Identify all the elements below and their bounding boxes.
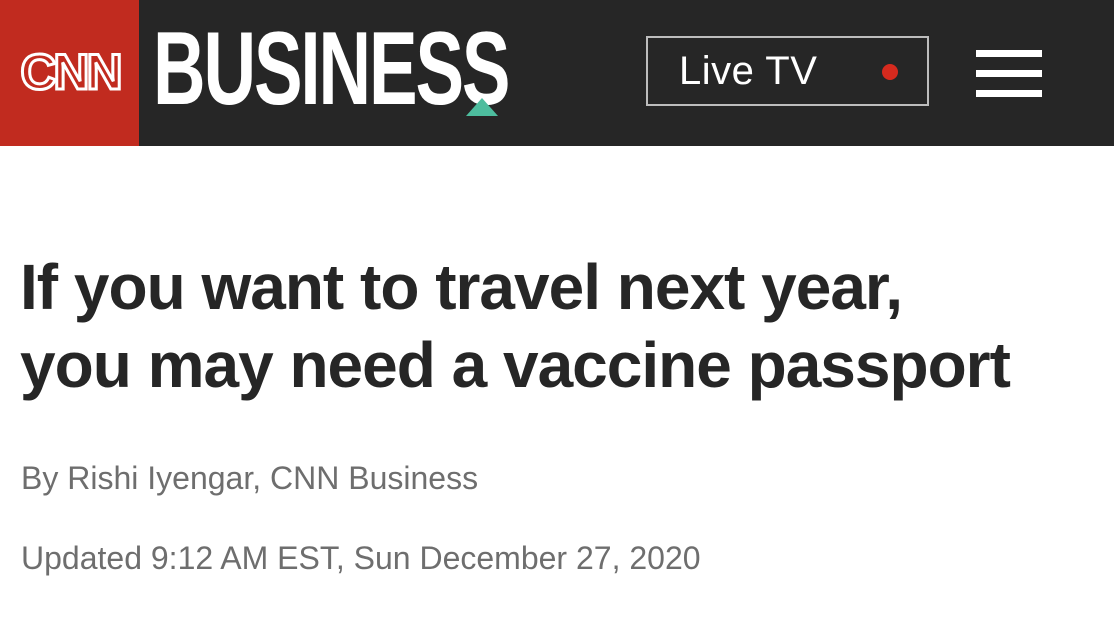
headline-line-2: you may need a vaccine passport [20, 329, 1011, 401]
cnn-logo[interactable]: CNN [0, 0, 139, 146]
menu-bar [976, 70, 1042, 77]
live-tv-label: Live TV [679, 49, 818, 93]
live-tv-button[interactable]: Live TV [646, 36, 929, 106]
live-dot-icon [882, 64, 898, 80]
article-headline: If you want to travel next year, you may… [20, 248, 1100, 404]
article-byline: By Rishi Iyengar, CNN Business [21, 460, 479, 496]
menu-bar [976, 50, 1042, 57]
menu-bar [976, 90, 1042, 97]
section-title[interactable]: BUSINESS [153, 14, 510, 124]
svg-text:CNN: CNN [20, 44, 119, 100]
cnn-logo-mark: CNN [18, 43, 123, 102]
site-header: CNN BUSINESS Live TV [0, 0, 1114, 146]
article-timestamp: Updated 9:12 AM EST, Sun December 27, 20… [21, 540, 701, 576]
headline-line-1: If you want to travel next year, [20, 251, 903, 323]
hamburger-menu-icon[interactable] [976, 50, 1042, 98]
business-triangle-icon [466, 98, 498, 116]
